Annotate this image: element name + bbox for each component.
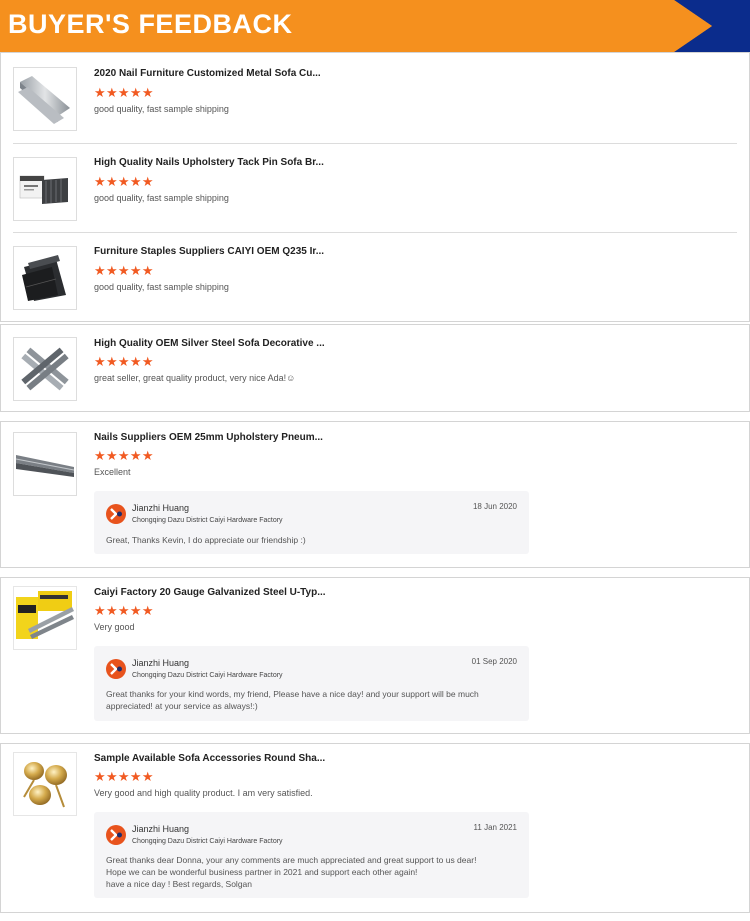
reply-date: 18 Jun 2020 <box>472 502 517 511</box>
review-comment: Very good and high quality product. I am… <box>94 788 313 798</box>
seller-company: Chongqing Dazu District Caiyi Hardware F… <box>132 838 283 845</box>
review-item: Furniture Staples Suppliers CAIYI OEM Q2… <box>1 232 749 322</box>
banner-title: BUYER'S FEEDBACK <box>8 9 293 39</box>
crossed-staple-strips-icon <box>21 347 69 391</box>
banner-arrow-icon <box>674 0 750 52</box>
star-rating: ★★★★★ <box>94 354 154 369</box>
reply-date: 01 Sep 2020 <box>471 657 517 666</box>
seller-name: Jianzhi Huang <box>132 824 190 834</box>
dark-staple-stack-icon <box>22 255 66 301</box>
review-card: Caiyi Factory 20 Gauge Galvanized Steel … <box>0 577 750 734</box>
star-rating: ★★★★★ <box>94 174 154 189</box>
reply-text-line: have a nice day ! Best regards, Solgan <box>106 879 253 889</box>
reply-text-line: Great, Thanks Kevin, I do appreciate our… <box>106 535 306 545</box>
boxed-staples-icon <box>19 175 68 204</box>
review-comment: good quality, fast sample shipping <box>94 193 229 203</box>
review-group-card: 2020 Nail Furniture Customized Metal Sof… <box>0 52 750 322</box>
seller-company: Chongqing Dazu District Caiyi Hardware F… <box>132 517 283 524</box>
gold-upholstery-tacks-icon <box>23 762 67 808</box>
review-comment: great seller, great quality product, ver… <box>94 373 296 383</box>
review-card: Nails Suppliers OEM 25mm Upholstery Pneu… <box>0 421 750 568</box>
product-thumbnail[interactable] <box>13 752 77 816</box>
seller-company: Chongqing Dazu District Caiyi Hardware F… <box>132 672 283 679</box>
review-product-title[interactable]: High Quality Nails Upholstery Tack Pin S… <box>94 157 324 168</box>
product-thumbnail[interactable] <box>13 67 77 131</box>
seller-name: Jianzhi Huang <box>132 503 190 513</box>
seller-name: Jianzhi Huang <box>132 658 190 668</box>
review-product-title[interactable]: Furniture Staples Suppliers CAIYI OEM Q2… <box>94 246 324 257</box>
silver-nail-strip-icon <box>18 76 70 124</box>
feedback-banner: BUYER'S FEEDBACK <box>0 0 750 52</box>
product-thumbnail[interactable] <box>13 337 77 401</box>
review-product-title[interactable]: 2020 Nail Furniture Customized Metal Sof… <box>94 68 321 79</box>
seller-logo-icon <box>106 504 126 524</box>
review-product-title[interactable]: High Quality OEM Silver Steel Sofa Decor… <box>94 338 325 349</box>
reply-text-line: Great thanks for your kind words, my fri… <box>106 689 479 699</box>
star-rating: ★★★★★ <box>94 769 154 784</box>
review-comment: good quality, fast sample shipping <box>94 282 229 292</box>
reply-text-line: Great thanks dear Donna, your any commen… <box>106 855 477 865</box>
yellow-box-staples-icon <box>16 591 74 639</box>
star-rating: ★★★★★ <box>94 263 154 278</box>
review-comment: good quality, fast sample shipping <box>94 104 229 114</box>
star-rating: ★★★★★ <box>94 603 154 618</box>
star-rating: ★★★★★ <box>94 448 154 463</box>
product-thumbnail[interactable] <box>13 586 77 650</box>
product-thumbnail[interactable] <box>13 432 77 496</box>
reply-date: 11 Jan 2021 <box>473 823 517 832</box>
review-item: High Quality Nails Upholstery Tack Pin S… <box>1 143 749 232</box>
reply-text-line: Hope we can be wonderful business partne… <box>106 867 418 877</box>
review-product-title[interactable]: Caiyi Factory 20 Gauge Galvanized Steel … <box>94 587 326 598</box>
review-comment: Very good <box>94 622 135 632</box>
review-item: 2020 Nail Furniture Customized Metal Sof… <box>1 53 749 143</box>
seller-logo-icon <box>106 825 126 845</box>
long-nail-strip-icon <box>15 455 75 477</box>
review-comment: Excellent <box>94 467 131 477</box>
seller-reply: Jianzhi Huang Chongqing Dazu District Ca… <box>94 812 529 898</box>
seller-logo-icon <box>106 659 126 679</box>
product-thumbnail[interactable] <box>13 246 77 310</box>
seller-reply: Jianzhi Huang Chongqing Dazu District Ca… <box>94 646 529 721</box>
seller-reply: Jianzhi Huang Chongqing Dazu District Ca… <box>94 491 529 554</box>
product-thumbnail[interactable] <box>13 157 77 221</box>
review-card: Sample Available Sofa Accessories Round … <box>0 743 750 913</box>
review-product-title[interactable]: Nails Suppliers OEM 25mm Upholstery Pneu… <box>94 432 323 443</box>
reply-text-line: appreciated! at your service as always!:… <box>106 701 258 711</box>
review-card: High Quality OEM Silver Steel Sofa Decor… <box>0 324 750 412</box>
review-product-title[interactable]: Sample Available Sofa Accessories Round … <box>94 753 325 764</box>
star-rating: ★★★★★ <box>94 85 154 100</box>
